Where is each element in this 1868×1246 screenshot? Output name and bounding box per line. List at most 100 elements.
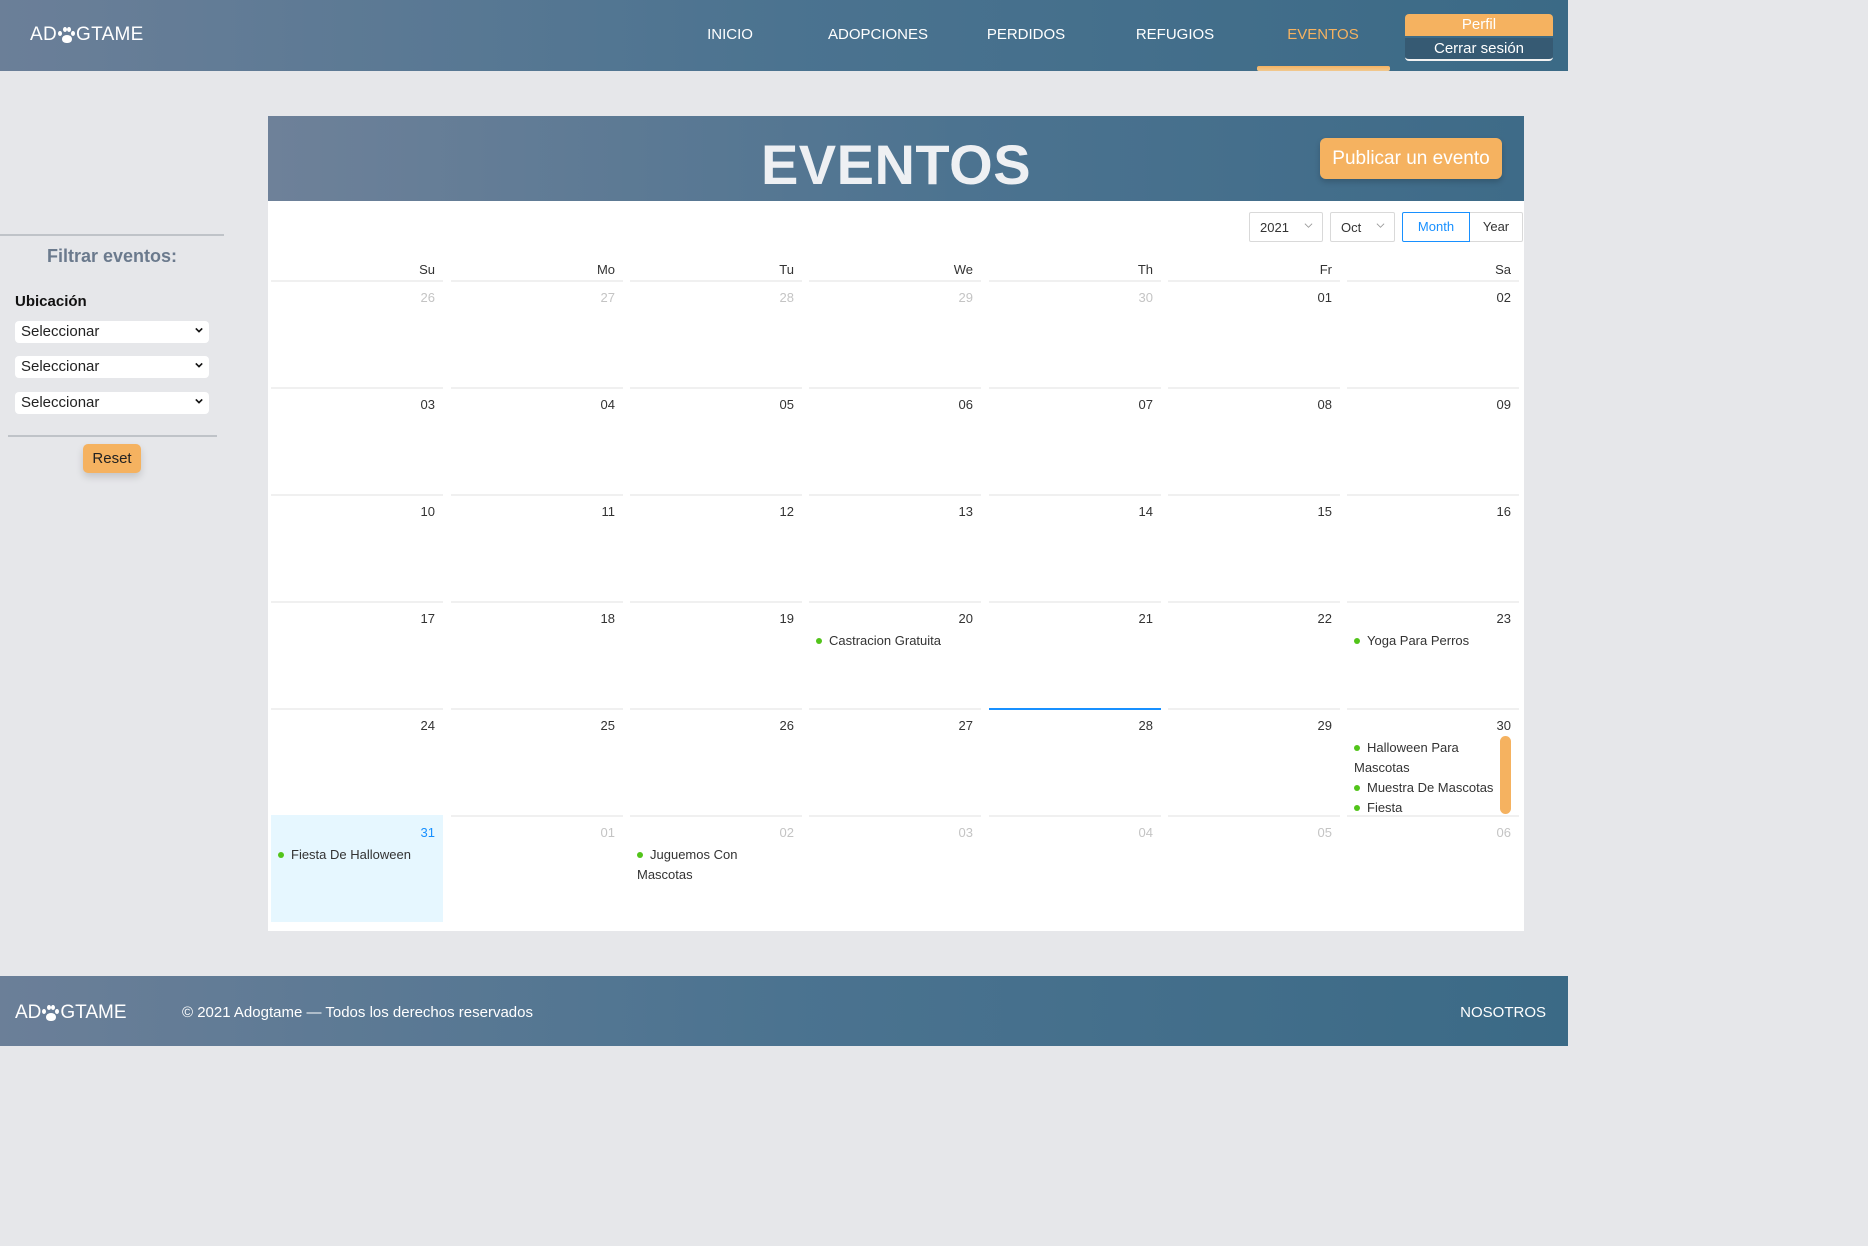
logout-button[interactable]: Cerrar sesión [1405,38,1553,61]
weekday-header: Su [419,262,435,277]
event-item[interactable]: Castracion Gratuita [816,631,966,651]
calendar-day[interactable]: 01 [451,815,623,922]
day-number: 01 [600,825,615,840]
calendar-day[interactable]: 22 [1168,601,1340,708]
location-select-1[interactable]: Seleccionar [15,321,209,343]
year-select[interactable]: 2021 [1249,212,1323,242]
day-number: 14 [1138,504,1153,519]
calendar-day[interactable]: 18 [451,601,623,708]
calendar-day[interactable]: 28 [989,708,1161,815]
nav-eventos[interactable]: EVENTOS [1273,26,1373,43]
day-number: 03 [958,825,973,840]
calendar-day[interactable]: 09 [1347,387,1519,494]
day-number: 05 [779,397,794,412]
calendar-day[interactable]: 12 [630,494,802,601]
day-number: 22 [1317,611,1332,626]
nav-inicio[interactable]: INICIO [690,26,770,43]
logo[interactable]: AD GTAME [30,24,144,46]
day-number: 23 [1496,611,1511,626]
day-number: 31 [420,825,435,840]
calendar-day[interactable]: 06 [809,387,981,494]
month-select[interactable]: Oct [1330,212,1395,242]
calendar-day-today[interactable]: 31 Fiesta De Halloween [271,815,443,922]
day-number: 08 [1317,397,1332,412]
chevron-down-icon [1376,223,1385,228]
location-label: Ubicación [15,293,87,310]
calendar-day[interactable]: 23 Yoga Para Perros [1347,601,1519,708]
calendar-day[interactable]: 28 [630,280,802,387]
day-number: 27 [958,718,973,733]
location-select-3[interactable]: Seleccionar [15,392,209,414]
nav-active-indicator [1257,66,1390,71]
calendar-day[interactable]: 19 [630,601,802,708]
event-item[interactable]: Muestra De Mascotas [1354,778,1504,798]
calendar-day[interactable]: 29 [1168,708,1340,815]
day-number: 12 [779,504,794,519]
day-number: 25 [600,718,615,733]
calendar-day[interactable]: 02 [1347,280,1519,387]
weekday-header: We [953,262,973,277]
calendar-day[interactable]: 05 [1168,815,1340,922]
cell-scrollbar[interactable] [1500,736,1511,814]
calendar-day[interactable]: 16 [1347,494,1519,601]
calendar-day[interactable]: 04 [451,387,623,494]
day-number: 10 [420,504,435,519]
profile-button[interactable]: Perfil [1405,14,1553,36]
event-title: Juguemos Con Mascotas [637,847,738,882]
event-title: Fiesta [1367,800,1403,815]
event-item[interactable]: Yoga Para Perros [1354,631,1504,651]
day-number: 09 [1496,397,1511,412]
calendar-day[interactable]: 06 [1347,815,1519,922]
calendar-day[interactable]: 03 [271,387,443,494]
calendar-day[interactable]: 26 [271,280,443,387]
calendar-day[interactable]: 03 [809,815,981,922]
calendar-day[interactable]: 07 [989,387,1161,494]
footer-logo[interactable]: AD GTAME [15,1002,127,1024]
mode-year-toggle[interactable]: Year [1470,212,1523,242]
day-number: 02 [1496,290,1511,305]
calendar-day[interactable]: 29 [809,280,981,387]
weekday-header: Sa [1495,262,1511,277]
day-number: 30 [1138,290,1153,305]
nav-refugios[interactable]: REFUGIOS [1125,26,1225,43]
day-number: 27 [600,290,615,305]
nav-perdidos[interactable]: PERDIDOS [976,26,1076,43]
mode-month-toggle[interactable]: Month [1402,212,1470,242]
calendar-day[interactable]: 05 [630,387,802,494]
calendar-day[interactable]: 15 [1168,494,1340,601]
calendar-day[interactable]: 27 [809,708,981,815]
day-number: 26 [420,290,435,305]
event-item[interactable]: Halloween Para Mascotas [1354,738,1504,778]
reset-button[interactable]: Reset [83,444,141,473]
calendar-day[interactable]: 02 Juguemos Con Mascotas [630,815,802,922]
nav-adopciones[interactable]: ADOPCIONES [818,26,938,43]
event-dot-icon [1354,744,1360,751]
calendar-day[interactable]: 20 Castracion Gratuita [809,601,981,708]
calendar-day[interactable]: 25 [451,708,623,815]
calendar-day[interactable]: 14 [989,494,1161,601]
calendar-day[interactable]: 13 [809,494,981,601]
calendar-day[interactable]: 04 [989,815,1161,922]
calendar-day[interactable]: 26 [630,708,802,815]
day-number: 06 [1496,825,1511,840]
calendar-day[interactable]: 01 [1168,280,1340,387]
day-number: 06 [958,397,973,412]
publish-event-button[interactable]: Publicar un evento [1320,138,1502,179]
calendar-day[interactable]: 17 [271,601,443,708]
event-title: Castracion Gratuita [829,633,941,648]
calendar-day[interactable]: 08 [1168,387,1340,494]
select-value: Seleccionar [21,358,100,375]
location-select-2[interactable]: Seleccionar [15,356,209,378]
calendar-day[interactable]: 24 [271,708,443,815]
calendar-day[interactable]: 21 [989,601,1161,708]
day-number: 26 [779,718,794,733]
calendar-day[interactable]: 30 [989,280,1161,387]
calendar-day[interactable]: 27 [451,280,623,387]
day-number: 30 [1496,718,1511,733]
calendar-day[interactable]: 30 Halloween Para Mascotas Muestra De Masc… [1347,708,1519,815]
event-item[interactable]: Juguemos Con Mascotas [637,845,787,885]
footer-about-link[interactable]: NOSOTROS [1460,1004,1546,1021]
calendar-day[interactable]: 11 [451,494,623,601]
calendar-day[interactable]: 10 [271,494,443,601]
event-item[interactable]: Fiesta De Halloween [278,845,428,865]
